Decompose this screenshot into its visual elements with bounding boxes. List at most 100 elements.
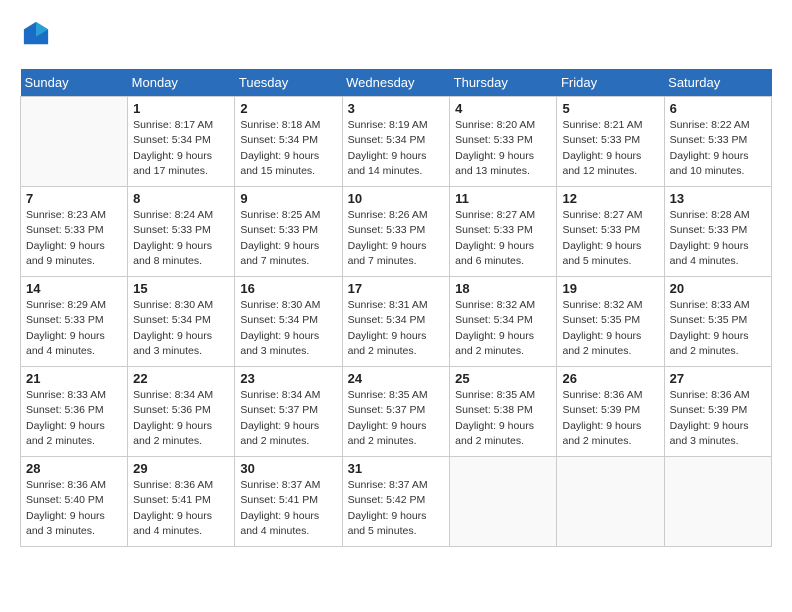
day-info: Sunrise: 8:36 AMSunset: 5:40 PMDaylight:… — [26, 478, 122, 539]
day-info: Sunrise: 8:34 AMSunset: 5:37 PMDaylight:… — [240, 388, 336, 449]
day-number: 10 — [348, 191, 445, 206]
calendar-cell: 8Sunrise: 8:24 AMSunset: 5:33 PMDaylight… — [128, 187, 235, 277]
calendar-cell: 23 Sunrise: 8:34 AMSunset: 5:37 PMDayligh… — [235, 367, 342, 457]
day-number: 17 — [348, 281, 445, 296]
calendar-cell: 19 Sunrise: 8:32 AMSunset: 5:35 PMDayligh… — [557, 277, 664, 367]
day-number: 5 — [562, 101, 658, 116]
calendar-cell: 5Sunrise: 8:21 AMSunset: 5:33 PMDaylight… — [557, 97, 664, 187]
calendar-row: 14 Sunrise: 8:29 AMSunset: 5:33 PMDayligh… — [21, 277, 772, 367]
day-number: 20 — [670, 281, 766, 296]
calendar-cell: 15Sunrise: 8:30 AMSunset: 5:34 PMDayligh… — [128, 277, 235, 367]
day-info: Sunrise: 8:37 AMSunset: 5:41 PMDaylight:… — [240, 478, 336, 539]
day-info: Sunrise: 8:32 AMSunset: 5:35 PMDaylight:… — [562, 298, 658, 359]
day-info: Sunrise: 8:18 AMSunset: 5:34 PMDaylight:… — [240, 118, 336, 179]
day-info: Sunrise: 8:34 AMSunset: 5:36 PMDaylight:… — [133, 388, 229, 449]
weekday-header: Saturday — [664, 69, 771, 97]
day-number: 25 — [455, 371, 551, 386]
day-number: 18 — [455, 281, 551, 296]
calendar-cell: 17 Sunrise: 8:31 AMSunset: 5:34 PMDayligh… — [342, 277, 450, 367]
calendar-cell: 12 Sunrise: 8:27 AMSunset: 5:33 PMDayligh… — [557, 187, 664, 277]
day-number: 16 — [240, 281, 336, 296]
day-info: Sunrise: 8:24 AMSunset: 5:33 PMDaylight:… — [133, 208, 229, 269]
calendar-cell: 10 Sunrise: 8:26 AMSunset: 5:33 PMDayligh… — [342, 187, 450, 277]
calendar-table: SundayMondayTuesdayWednesdayThursdayFrid… — [20, 69, 772, 547]
calendar-cell: 27Sunrise: 8:36 AMSunset: 5:39 PMDayligh… — [664, 367, 771, 457]
logo-icon — [22, 20, 50, 48]
calendar-row: 28 Sunrise: 8:36 AMSunset: 5:40 PMDayligh… — [21, 457, 772, 547]
calendar-cell: 25Sunrise: 8:35 AMSunset: 5:38 PMDayligh… — [450, 367, 557, 457]
day-info: Sunrise: 8:33 AMSunset: 5:36 PMDaylight:… — [26, 388, 122, 449]
calendar-cell: 7Sunrise: 8:23 AMSunset: 5:33 PMDaylight… — [21, 187, 128, 277]
calendar-cell: 29 Sunrise: 8:36 AMSunset: 5:41 PMDayligh… — [128, 457, 235, 547]
day-info: Sunrise: 8:27 AMSunset: 5:33 PMDaylight:… — [562, 208, 658, 269]
weekday-header: Monday — [128, 69, 235, 97]
day-info: Sunrise: 8:31 AMSunset: 5:34 PMDaylight:… — [348, 298, 445, 359]
day-info: Sunrise: 8:37 AMSunset: 5:42 PMDaylight:… — [348, 478, 445, 539]
day-number: 23 — [240, 371, 336, 386]
calendar-cell: 13Sunrise: 8:28 AMSunset: 5:33 PMDayligh… — [664, 187, 771, 277]
day-number: 3 — [348, 101, 445, 116]
day-number: 2 — [240, 101, 336, 116]
day-info: Sunrise: 8:26 AMSunset: 5:33 PMDaylight:… — [348, 208, 445, 269]
weekday-header: Tuesday — [235, 69, 342, 97]
calendar-cell: 26 Sunrise: 8:36 AMSunset: 5:39 PMDayligh… — [557, 367, 664, 457]
calendar-row: 1Sunrise: 8:17 AMSunset: 5:34 PMDaylight… — [21, 97, 772, 187]
calendar-cell — [557, 457, 664, 547]
calendar-cell: 2 Sunrise: 8:18 AMSunset: 5:34 PMDaylight… — [235, 97, 342, 187]
calendar-row: 21 Sunrise: 8:33 AMSunset: 5:36 PMDayligh… — [21, 367, 772, 457]
calendar-cell: 18 Sunrise: 8:32 AMSunset: 5:34 PMDayligh… — [450, 277, 557, 367]
logo — [20, 20, 50, 53]
day-number: 15 — [133, 281, 229, 296]
day-number: 19 — [562, 281, 658, 296]
calendar-cell: 21 Sunrise: 8:33 AMSunset: 5:36 PMDayligh… — [21, 367, 128, 457]
day-number: 21 — [26, 371, 122, 386]
day-number: 12 — [562, 191, 658, 206]
calendar-cell: 9 Sunrise: 8:25 AMSunset: 5:33 PMDaylight… — [235, 187, 342, 277]
calendar-header: SundayMondayTuesdayWednesdayThursdayFrid… — [21, 69, 772, 97]
calendar-cell: 28 Sunrise: 8:36 AMSunset: 5:40 PMDayligh… — [21, 457, 128, 547]
calendar-cell: 3 Sunrise: 8:19 AMSunset: 5:34 PMDaylight… — [342, 97, 450, 187]
day-info: Sunrise: 8:36 AMSunset: 5:41 PMDaylight:… — [133, 478, 229, 539]
calendar-cell: 14 Sunrise: 8:29 AMSunset: 5:33 PMDayligh… — [21, 277, 128, 367]
day-info: Sunrise: 8:25 AMSunset: 5:33 PMDaylight:… — [240, 208, 336, 269]
day-info: Sunrise: 8:35 AMSunset: 5:37 PMDaylight:… — [348, 388, 445, 449]
day-number: 24 — [348, 371, 445, 386]
day-info: Sunrise: 8:32 AMSunset: 5:34 PMDaylight:… — [455, 298, 551, 359]
weekday-header: Friday — [557, 69, 664, 97]
weekday-header: Sunday — [21, 69, 128, 97]
day-info: Sunrise: 8:19 AMSunset: 5:34 PMDaylight:… — [348, 118, 445, 179]
day-number: 11 — [455, 191, 551, 206]
day-number: 13 — [670, 191, 766, 206]
day-info: Sunrise: 8:23 AMSunset: 5:33 PMDaylight:… — [26, 208, 122, 269]
weekday-header: Thursday — [450, 69, 557, 97]
day-info: Sunrise: 8:33 AMSunset: 5:35 PMDaylight:… — [670, 298, 766, 359]
calendar-cell: 1Sunrise: 8:17 AMSunset: 5:34 PMDaylight… — [128, 97, 235, 187]
calendar-cell: 31 Sunrise: 8:37 AMSunset: 5:42 PMDayligh… — [342, 457, 450, 547]
calendar-cell: 20 Sunrise: 8:33 AMSunset: 5:35 PMDayligh… — [664, 277, 771, 367]
calendar-cell: 6Sunrise: 8:22 AMSunset: 5:33 PMDaylight… — [664, 97, 771, 187]
day-info: Sunrise: 8:29 AMSunset: 5:33 PMDaylight:… — [26, 298, 122, 359]
day-number: 9 — [240, 191, 336, 206]
day-number: 1 — [133, 101, 229, 116]
day-number: 22 — [133, 371, 229, 386]
day-info: Sunrise: 8:36 AMSunset: 5:39 PMDaylight:… — [670, 388, 766, 449]
day-number: 6 — [670, 101, 766, 116]
day-number: 4 — [455, 101, 551, 116]
calendar-cell: 22 Sunrise: 8:34 AMSunset: 5:36 PMDayligh… — [128, 367, 235, 457]
day-info: Sunrise: 8:20 AMSunset: 5:33 PMDaylight:… — [455, 118, 551, 179]
day-number: 26 — [562, 371, 658, 386]
day-number: 28 — [26, 461, 122, 476]
day-number: 14 — [26, 281, 122, 296]
day-number: 29 — [133, 461, 229, 476]
day-info: Sunrise: 8:27 AMSunset: 5:33 PMDaylight:… — [455, 208, 551, 269]
day-number: 30 — [240, 461, 336, 476]
calendar-cell: 11 Sunrise: 8:27 AMSunset: 5:33 PMDayligh… — [450, 187, 557, 277]
day-number: 31 — [348, 461, 445, 476]
day-info: Sunrise: 8:30 AMSunset: 5:34 PMDaylight:… — [240, 298, 336, 359]
calendar-cell — [21, 97, 128, 187]
calendar-cell — [664, 457, 771, 547]
calendar-cell — [450, 457, 557, 547]
calendar-cell: 4 Sunrise: 8:20 AMSunset: 5:33 PMDaylight… — [450, 97, 557, 187]
day-info: Sunrise: 8:36 AMSunset: 5:39 PMDaylight:… — [562, 388, 658, 449]
weekday-header: Wednesday — [342, 69, 450, 97]
